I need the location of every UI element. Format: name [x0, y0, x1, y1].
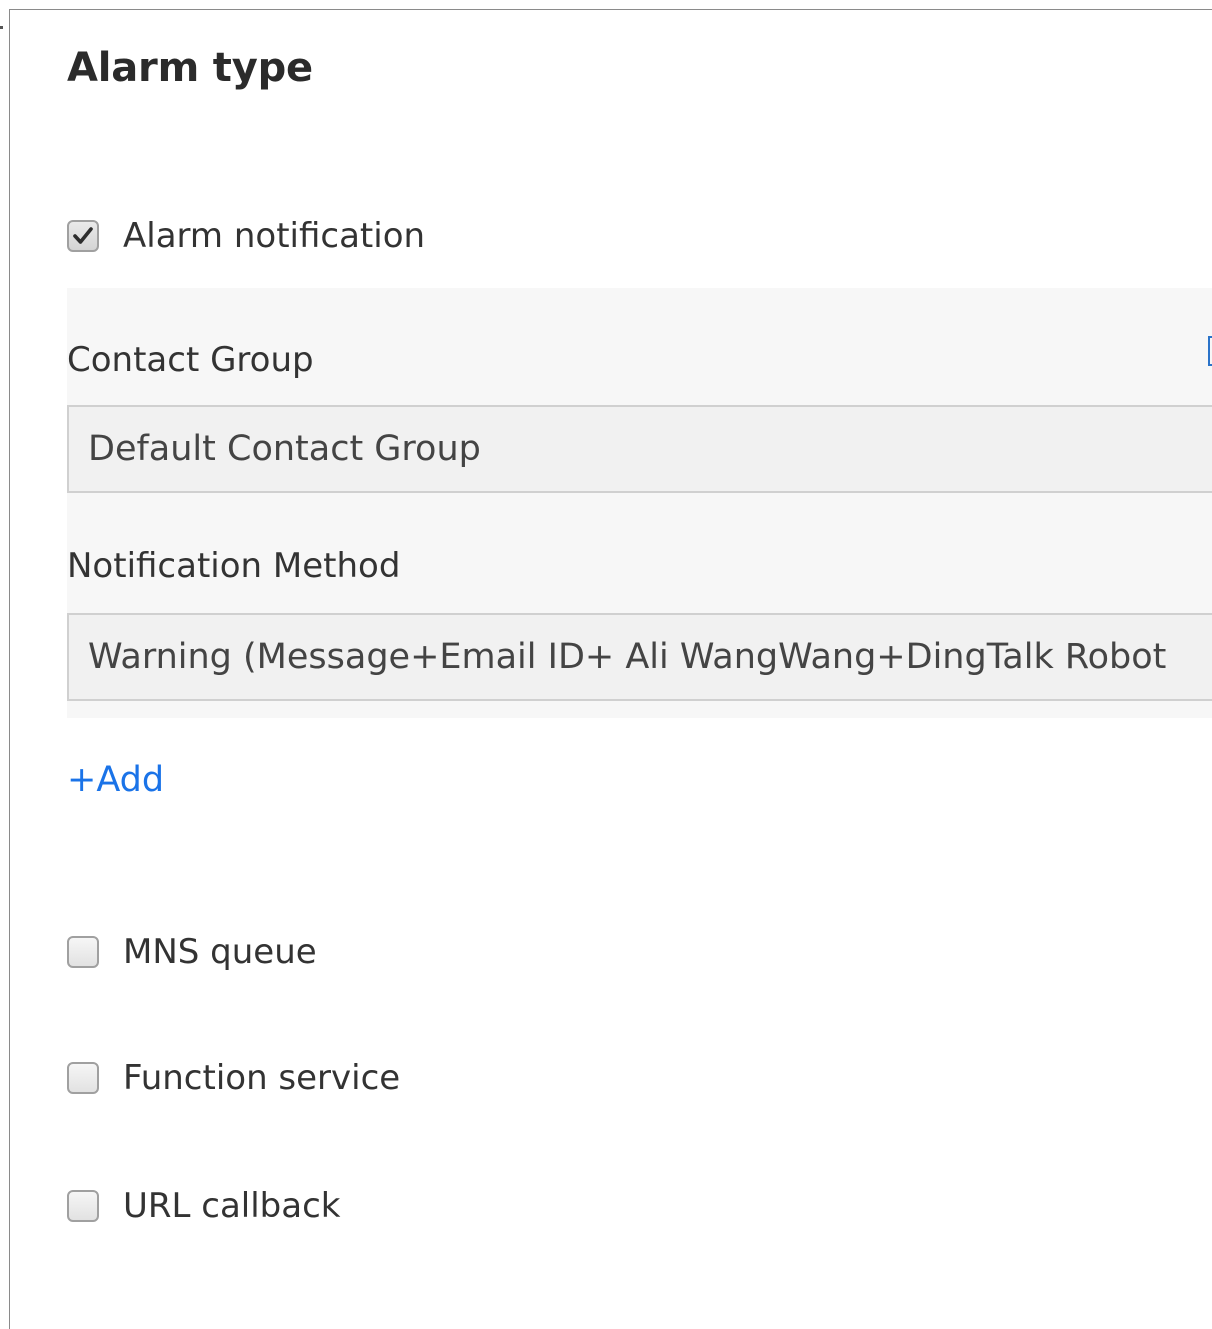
checkmark-icon — [73, 227, 93, 244]
section-title: Alarm type — [67, 45, 313, 91]
mns-queue-label: MNS queue — [123, 932, 317, 972]
contact-group-value: Default Contact Group — [88, 429, 481, 469]
url-callback-label: URL callback — [123, 1186, 341, 1226]
delete-link-fragment[interactable] — [1208, 336, 1212, 366]
function-service-label: Function service — [123, 1058, 401, 1098]
function-service-row[interactable]: Function service — [67, 1058, 400, 1098]
add-contact-link[interactable]: +Add — [67, 758, 164, 802]
notification-method-label: Notification Method — [67, 546, 401, 586]
function-service-checkbox[interactable] — [67, 1062, 99, 1094]
contact-group-label: Contact Group — [67, 340, 314, 380]
alarm-notification-label: Alarm notification — [123, 216, 426, 256]
url-callback-row[interactable]: URL callback — [67, 1186, 340, 1226]
notification-settings-panel: Contact Group Default Contact Group Noti… — [67, 288, 1212, 718]
mns-queue-row[interactable]: MNS queue — [67, 932, 317, 972]
mns-queue-checkbox[interactable] — [67, 936, 99, 968]
contact-group-select[interactable]: Default Contact Group — [67, 405, 1212, 493]
alarm-notification-checkbox[interactable] — [67, 220, 99, 252]
alarm-notification-row[interactable]: Alarm notification — [67, 216, 425, 256]
url-callback-checkbox[interactable] — [67, 1190, 99, 1222]
window-corner-dot — [0, 26, 3, 29]
notification-method-select[interactable]: Warning (Message+Email ID+ Ali WangWang+… — [67, 613, 1212, 701]
notification-method-value: Warning (Message+Email ID+ Ali WangWang+… — [88, 637, 1167, 677]
